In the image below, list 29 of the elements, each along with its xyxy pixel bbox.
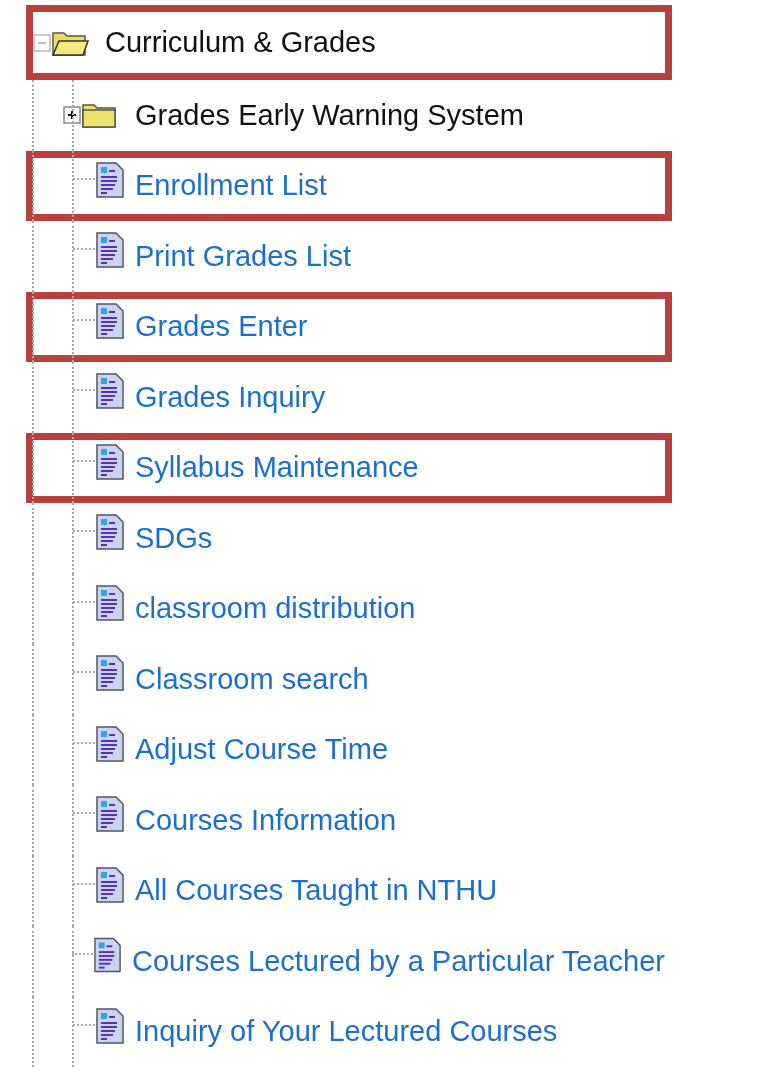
tree-link[interactable]: All Courses Taught in NTHU bbox=[135, 874, 498, 908]
document-icon bbox=[95, 301, 125, 340]
document-icon bbox=[95, 654, 125, 693]
expand-icon[interactable] bbox=[63, 106, 81, 125]
document-icon bbox=[95, 231, 125, 270]
tree-link[interactable]: Adjust Course Time bbox=[135, 733, 389, 767]
document-icon bbox=[95, 865, 125, 904]
tree-link[interactable]: Inquiry of Your Lectured Courses bbox=[135, 1015, 558, 1049]
document-icon bbox=[95, 1006, 125, 1045]
tree-link[interactable]: Grades Enter bbox=[135, 310, 308, 344]
document-icon bbox=[95, 795, 125, 834]
tree-link[interactable]: Print Grades List bbox=[135, 239, 351, 273]
document-icon bbox=[95, 372, 125, 411]
tree-link[interactable]: Classroom search bbox=[135, 662, 369, 696]
document-icon bbox=[95, 160, 125, 199]
document-icon bbox=[95, 583, 125, 622]
document-icon bbox=[95, 442, 125, 481]
tree-node[interactable]: Curriculum & Grades bbox=[105, 26, 376, 59]
document-icon bbox=[95, 513, 125, 552]
tree-link[interactable]: SDGs bbox=[135, 521, 213, 555]
tree-node[interactable]: Grades Early Warning System bbox=[135, 98, 524, 132]
tree-link[interactable]: Syllabus Maintenance bbox=[135, 451, 419, 485]
tree-link[interactable]: Enrollment List bbox=[135, 169, 327, 203]
tree-link[interactable]: Grades Inquiry bbox=[135, 380, 326, 414]
document-icon bbox=[95, 724, 125, 763]
document-icon bbox=[92, 936, 122, 975]
tree-link[interactable]: Courses Lectured by a Particular Teacher bbox=[132, 944, 665, 978]
tree-link[interactable]: classroom distribution bbox=[135, 592, 416, 626]
tree-link[interactable]: Courses Information bbox=[135, 803, 397, 837]
